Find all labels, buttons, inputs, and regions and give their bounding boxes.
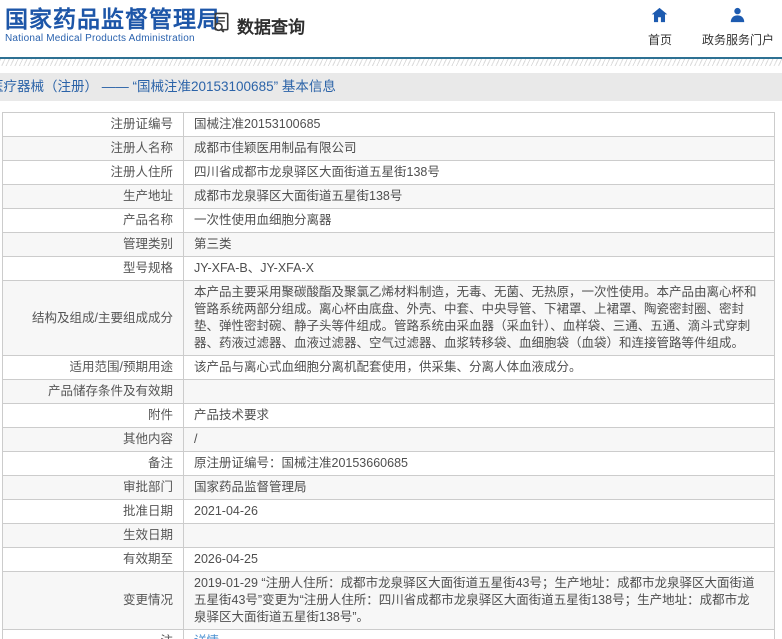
field-label: 生效日期	[3, 524, 184, 547]
field-value	[184, 380, 774, 403]
table-row: ●注 详情	[3, 630, 774, 639]
field-label: 审批部门	[3, 476, 184, 499]
home-icon	[651, 7, 668, 28]
field-value: 2021-04-26	[194, 504, 258, 518]
info-table: 注册证编号 国械注准20153100685 注册人名称 成都市佳颖医用制品有限公…	[2, 112, 775, 639]
field-value: 详情	[184, 630, 774, 639]
table-row: 管理类别 第三类	[3, 233, 774, 257]
table-row: 注册人住所 四川省成都市龙泉驿区大面街道五星街138号	[3, 161, 774, 185]
field-value: /	[194, 432, 198, 446]
table-row: 生产地址 成都市龙泉驿区大面街道五星街138号	[3, 185, 774, 209]
field-value: 2019-01-29 “注册人住所：成都市龙泉驿区大面街道五星街43号；生产地址…	[194, 576, 755, 624]
table-row: 变更情况 2019-01-29 “注册人住所：成都市龙泉驿区大面街道五星街43号…	[3, 572, 774, 630]
breadcrumb: 医疗器械（注册） —— “国械注准20153100685” 基本信息	[0, 79, 336, 94]
top-nav: 首页 政务服务门户	[648, 7, 774, 48]
table-row: 产品储存条件及有效期	[3, 380, 774, 404]
field-value: 原注册证编号：国械注准20153660685	[194, 456, 408, 470]
field-label: 注册人名称	[3, 137, 184, 160]
field-label: 有效期至	[3, 548, 184, 571]
nav-home-label: 首页	[647, 33, 672, 47]
field-label: 生产地址	[3, 185, 184, 208]
field-label: 适用范围/预期用途	[3, 356, 184, 379]
table-row: 批准日期 2021-04-26	[3, 500, 774, 524]
page: 国家药品监督管理局 National Medical Products Admi…	[0, 0, 782, 639]
field-value: 该产品与离心式血细胞分离机配套使用，供采集、分离人体血液成分。	[194, 360, 582, 374]
table-row: 注册人名称 成都市佳颖医用制品有限公司	[3, 137, 774, 161]
field-label: 产品储存条件及有效期	[3, 380, 184, 403]
nmpa-logo: 国家药品监督管理局 National Medical Products Admi…	[5, 6, 221, 44]
detail-link[interactable]: 详情	[194, 633, 219, 639]
hatch-pattern-band	[0, 59, 782, 66]
field-value: 四川省成都市龙泉驿区大面街道五星街138号	[194, 165, 440, 179]
field-label: 备注	[3, 452, 184, 475]
field-value: 产品技术要求	[194, 408, 270, 422]
table-row: 注册证编号 国械注准20153100685	[3, 113, 774, 137]
table-row: 结构及组成/主要组成成分 本产品主要采用聚碳酸酯及聚氯乙烯材料制造，无毒、无菌、…	[3, 281, 774, 356]
field-value: 国械注准20153100685	[194, 117, 321, 131]
field-value: 国家药品监督管理局	[194, 480, 307, 494]
field-label: ●注	[3, 630, 184, 639]
field-label: 管理类别	[3, 233, 184, 256]
table-row: 适用范围/预期用途 该产品与离心式血细胞分离机配套使用，供采集、分离人体血液成分…	[3, 356, 774, 380]
table-row: 附件 产品技术要求	[3, 404, 774, 428]
nav-item-home[interactable]: 首页	[648, 7, 672, 48]
logo-title: 国家药品监督管理局	[5, 6, 221, 32]
table-row: 审批部门 国家药品监督管理局	[3, 476, 774, 500]
field-label: 型号规格	[3, 257, 184, 280]
data-query-section: 数据查询	[210, 11, 305, 39]
field-value: 2026-04-25	[194, 552, 258, 566]
field-value: 本产品主要采用聚碳酸酯及聚氯乙烯材料制造，无毒、无菌、无热原，一次性使用。本产品…	[194, 285, 757, 350]
table-row: 其他内容 /	[3, 428, 774, 452]
table-row: 备注 原注册证编号：国械注准20153660685	[3, 452, 774, 476]
field-label: 变更情况	[3, 572, 184, 629]
logo-subtitle: National Medical Products Administration	[5, 33, 195, 44]
field-label: 附件	[3, 404, 184, 427]
field-value: 成都市龙泉驿区大面街道五星街138号	[194, 189, 403, 203]
nav-portal-label: 政务服务门户	[701, 33, 774, 47]
table-row: 产品名称 一次性使用血细胞分离器	[3, 209, 774, 233]
nav-item-portal[interactable]: 政务服务门户	[702, 7, 774, 48]
field-value	[184, 524, 774, 547]
person-icon	[729, 7, 746, 28]
field-label: 注册证编号	[3, 113, 184, 136]
field-label: 结构及组成/主要组成成分	[3, 281, 184, 355]
breadcrumb-band: 医疗器械（注册） —— “国械注准20153100685” 基本信息	[0, 73, 782, 101]
data-query-label: 数据查询	[237, 17, 305, 37]
field-label: 产品名称	[3, 209, 184, 232]
header: 国家药品监督管理局 National Medical Products Admi…	[0, 0, 782, 57]
field-value: 一次性使用血细胞分离器	[194, 213, 332, 227]
field-value: 成都市佳颖医用制品有限公司	[194, 141, 357, 155]
note-icon: ●	[151, 633, 158, 639]
table-row: 有效期至 2026-04-25	[3, 548, 774, 572]
table-row: 型号规格 JY-XFA-B、JY-XFA-X	[3, 257, 774, 281]
document-search-icon	[210, 11, 233, 39]
table-row: 生效日期	[3, 524, 774, 548]
field-value: JY-XFA-B、JY-XFA-X	[194, 261, 314, 275]
field-label: 其他内容	[3, 428, 184, 451]
field-value: 第三类	[194, 237, 232, 251]
field-label: 批准日期	[3, 500, 184, 523]
info-table-body: 注册证编号 国械注准20153100685 注册人名称 成都市佳颖医用制品有限公…	[3, 113, 774, 639]
field-label: 注册人住所	[3, 161, 184, 184]
